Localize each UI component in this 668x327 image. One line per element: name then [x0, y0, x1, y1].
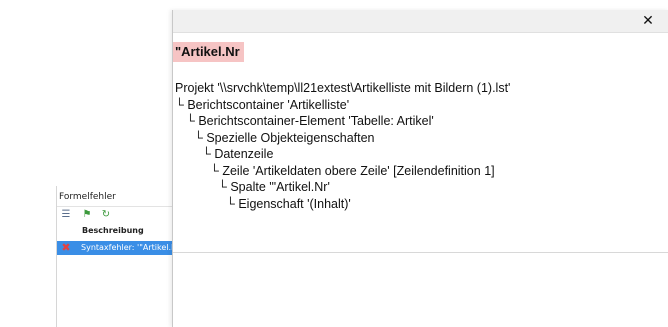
formula-error-panel: Formelfehler ☰ ⚑ ↻ Beschreibung ✖ Syntax…	[56, 186, 181, 327]
tree-line-container: └ Berichtscontainer 'Artikelliste'	[175, 97, 350, 112]
popup-titlebar: ✕	[173, 10, 668, 33]
column-header-description[interactable]: Beschreibung	[57, 224, 181, 238]
close-icon[interactable]: ✕	[641, 14, 655, 28]
tree-line-project: Projekt '\\srvchk\temp\ll21extest\Artike…	[175, 81, 511, 95]
field-name-highlight: "Artikel.Nr	[173, 42, 244, 62]
refresh-icon[interactable]: ↻	[100, 209, 112, 221]
content-divider	[173, 252, 668, 253]
error-row-label: Syntaxfehler: '"Artikel.N	[81, 243, 178, 252]
list-icon[interactable]: ☰	[60, 209, 72, 221]
error-row[interactable]: ✖ Syntaxfehler: '"Artikel.N	[57, 241, 181, 255]
tree-line-row: └ Zeile 'Artikeldaten obere Zeile' [Zeil…	[210, 163, 495, 178]
flag-icon[interactable]: ⚑	[81, 209, 93, 221]
object-path-tree: Projekt '\\srvchk\temp\ll21extest\Artike…	[173, 80, 663, 212]
tree-line-special-properties: └ Spezielle Objekteigenschaften	[194, 130, 375, 145]
error-panel-title: Formelfehler	[59, 192, 116, 202]
tree-line-container-element: └ Berichtscontainer-Element 'Tabelle: Ar…	[186, 114, 434, 128]
tree-line-column: └ Spalte '"Artikel.Nr'	[218, 180, 330, 194]
tree-line-data-row: └ Datenzeile	[202, 147, 274, 161]
error-panel-toolbar: ☰ ⚑ ↻	[57, 206, 181, 223]
error-x-icon: ✖	[61, 241, 71, 254]
tree-line-property: └ Eigenschaft '(Inhalt)'	[226, 196, 351, 211]
error-detail-popup: ✕ "Artikel.Nr Projekt '\\srvchk\temp\ll2…	[172, 10, 668, 327]
